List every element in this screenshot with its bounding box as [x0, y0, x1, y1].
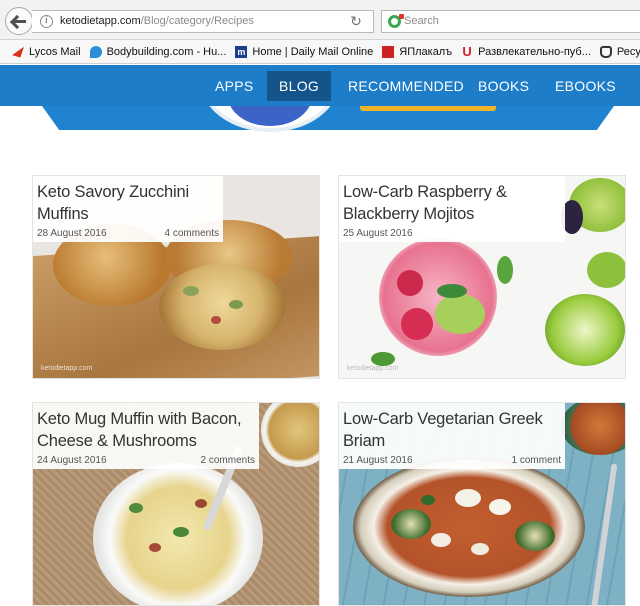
nav-recommended[interactable]: RECOMMENDED	[348, 71, 464, 101]
post-overlay: Keto Mug Muffin with Bacon, Cheese & Mus…	[33, 403, 259, 469]
site-nav: APPS BLOG RECOMMENDED BOOKS EBOOKS	[0, 65, 640, 106]
post-comments[interactable]: 2 comments	[201, 455, 255, 466]
nav-blog[interactable]: BLOG	[267, 71, 332, 101]
hand-icon	[599, 45, 612, 58]
bookmark-label: Ресурс Удава	[616, 45, 640, 58]
post-title[interactable]: Keto Mug Muffin with Bacon, Cheese & Mus…	[37, 408, 255, 452]
bookmark-label: Bodybuilding.com - Hu...	[106, 45, 227, 58]
post-date: 25 August 2016	[343, 228, 413, 239]
bookmark-daily-mail[interactable]: m Home | Daily Mail Online	[235, 45, 374, 58]
bookmark-bodybuilding[interactable]: Bodybuilding.com - Hu...	[89, 45, 227, 58]
post-card[interactable]: ketodietapp.com Low-Carb Raspberry & Bla…	[338, 175, 626, 379]
reload-icon[interactable]: ↻	[344, 11, 368, 31]
post-meta: 24 August 2016 2 comments	[37, 455, 255, 466]
dailymail-icon: m	[235, 45, 248, 58]
yaplakal-icon	[382, 45, 395, 58]
post-title[interactable]: Keto Savory Zucchini Muffins	[37, 181, 219, 225]
promo-banner[interactable]	[42, 106, 614, 130]
bookmark-label: ЯПлакалъ	[399, 45, 453, 58]
bookmarks-bar: Lycos Mail Bodybuilding.com - Hu... m Hom…	[0, 40, 640, 64]
post-overlay: Low-Carb Vegetarian Greek Briam 21 Augus…	[339, 403, 565, 469]
url-text: ketodietapp.com/Blog/category/Recipes	[60, 15, 254, 27]
post-meta: 28 August 2016 4 comments	[37, 228, 219, 239]
bookmark-label: Развлекательно-пуб...	[478, 45, 591, 58]
post-card[interactable]: Keto Mug Muffin with Bacon, Cheese & Mus…	[32, 402, 320, 606]
bookmark-udav[interactable]: Ресурс Удава	[599, 45, 640, 58]
nav-books[interactable]: BOOKS	[478, 71, 529, 101]
url-path: /Blog/category/Recipes	[140, 15, 254, 27]
search-input[interactable]: Search	[381, 10, 640, 33]
post-meta: 25 August 2016	[343, 228, 561, 239]
nav-ebooks[interactable]: EBOOKS	[555, 71, 616, 101]
lycos-icon	[12, 46, 24, 58]
bodybuilding-icon	[89, 45, 102, 58]
post-meta: 21 August 2016 1 comment	[343, 455, 561, 466]
bookmark-yaplakal[interactable]: ЯПлакалъ	[382, 45, 453, 58]
back-arrow-icon[interactable]	[5, 7, 33, 35]
bookmark-entertainment[interactable]: U Развлекательно-пуб...	[461, 43, 591, 59]
post-comments[interactable]: 1 comment	[512, 455, 561, 466]
u-icon: U	[462, 43, 472, 59]
post-title[interactable]: Low-Carb Vegetarian Greek Briam	[343, 408, 561, 452]
search-engine-icon	[388, 14, 404, 28]
url-domain: ketodietapp.com	[60, 15, 141, 27]
search-placeholder: Search	[404, 15, 439, 27]
post-date: 21 August 2016	[343, 455, 413, 466]
post-overlay: Keto Savory Zucchini Muffins 28 August 2…	[33, 176, 223, 242]
post-date: 28 August 2016	[37, 228, 107, 239]
bookmark-lycos-mail[interactable]: Lycos Mail	[12, 46, 81, 58]
post-date: 24 August 2016	[37, 455, 107, 466]
photo-watermark: ketodietapp.com	[347, 365, 399, 372]
info-icon[interactable]: i	[40, 15, 53, 28]
post-card[interactable]: ketodietapp.com Keto Savory Zucchini Muf…	[32, 175, 320, 379]
post-comments[interactable]: 4 comments	[165, 228, 219, 239]
post-card[interactable]: Low-Carb Vegetarian Greek Briam 21 Augus…	[338, 402, 626, 606]
browser-toolbar: i ketodietapp.com/Blog/category/Recipes …	[0, 0, 640, 40]
post-overlay: Low-Carb Raspberry & Blackberry Mojitos …	[339, 176, 565, 242]
nav-apps[interactable]: APPS	[215, 71, 254, 101]
post-title[interactable]: Low-Carb Raspberry & Blackberry Mojitos	[343, 181, 561, 225]
address-bar[interactable]: i ketodietapp.com/Blog/category/Recipes	[32, 10, 374, 33]
bookmark-label: Home | Daily Mail Online	[252, 45, 374, 58]
bookmark-label: Lycos Mail	[29, 45, 81, 58]
photo-watermark: ketodietapp.com	[41, 365, 93, 372]
